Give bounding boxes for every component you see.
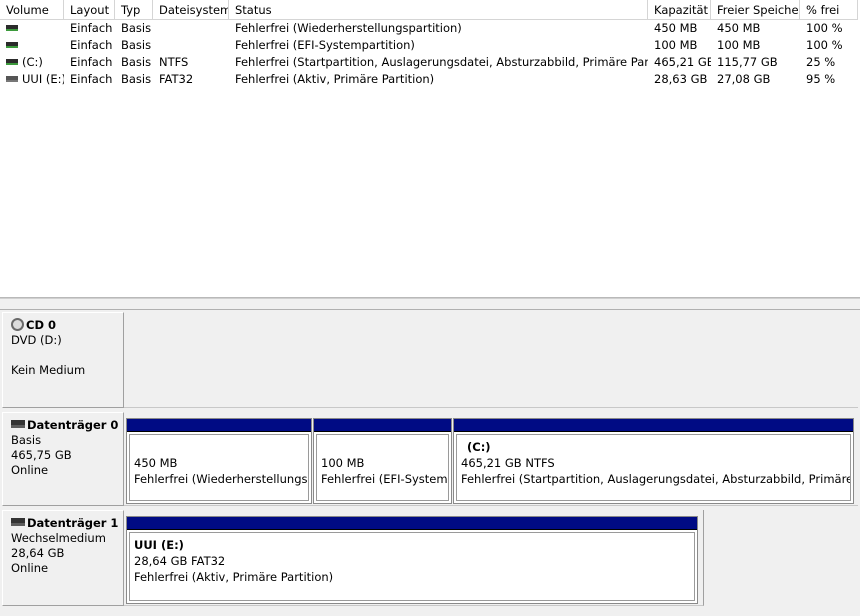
- pane-splitter[interactable]: [0, 298, 860, 310]
- disk-title: Datenträger 1: [27, 516, 119, 530]
- disk-type: Basis: [11, 433, 42, 447]
- volume-row[interactable]: Einfach Basis Fehlerfrei (EFI-Systempart…: [0, 37, 860, 54]
- disk-icon: [6, 41, 18, 48]
- column-header-status[interactable]: Status: [229, 0, 648, 20]
- partition-bar: [314, 419, 451, 432]
- disk-area-disk1: UUI (E:) 28,64 GB FAT32 Fehlerfrei (Akti…: [124, 510, 704, 606]
- disk-label-disk0[interactable]: Datenträger 0 Basis 465,75 GB Online: [2, 412, 124, 506]
- partition-size: 100 MB: [321, 456, 365, 470]
- disk-size: 465,75 GB: [11, 448, 72, 462]
- column-header-kapazitaet[interactable]: Kapazität: [648, 0, 711, 20]
- disk-icon: [6, 58, 18, 65]
- volume-name: UUI (E:): [22, 72, 64, 86]
- partition-size: 28,64 GB FAT32: [134, 554, 226, 568]
- volume-layout: Einfach: [70, 21, 113, 35]
- volume-pct-free: 95 %: [806, 72, 836, 86]
- partition-bar: [454, 419, 853, 432]
- disk-size: [11, 348, 123, 363]
- column-header-volume[interactable]: Volume: [0, 0, 64, 20]
- partition-c[interactable]: (C:) 465,21 GB NTFS Fehlerfrei (Startpar…: [453, 418, 854, 504]
- column-header-layout[interactable]: Layout: [64, 0, 115, 20]
- partition-status: Fehlerfrei (EFI-Systempartition): [321, 472, 448, 486]
- volume-status: Fehlerfrei (Wiederherstellungspartition): [235, 21, 462, 35]
- column-header-typ[interactable]: Typ: [115, 0, 153, 20]
- volume-pct-free: 25 %: [806, 55, 836, 69]
- partition-name: [321, 439, 448, 455]
- disk-map: CD 0 DVD (D:) Kein Medium Datenträger 0 …: [0, 310, 860, 616]
- volume-typ: Basis: [121, 55, 152, 69]
- partition-size: 450 MB: [134, 456, 178, 470]
- partition-e[interactable]: UUI (E:) 28,64 GB FAT32 Fehlerfrei (Akti…: [126, 516, 698, 604]
- volume-layout: Einfach: [70, 55, 113, 69]
- hard-disk-icon: [11, 420, 25, 428]
- volume-fs: NTFS: [159, 55, 189, 69]
- disk-type: DVD (D:): [11, 333, 62, 347]
- disk-title: Datenträger 0: [27, 418, 119, 432]
- volume-typ: Basis: [121, 38, 152, 52]
- partition-bar: [127, 419, 311, 432]
- partition-status: Fehlerfrei (Wiederherstellungspartition): [134, 472, 308, 486]
- disk-size: 28,64 GB: [11, 546, 65, 560]
- partition-size: 465,21 GB NTFS: [461, 456, 555, 470]
- partition-status: Fehlerfrei (Startpartition, Auslagerungs…: [461, 472, 851, 486]
- column-header-freier-speicher[interactable]: Freier Speicher: [711, 0, 800, 20]
- volume-status: Fehlerfrei (Startpartition, Auslagerungs…: [235, 55, 648, 69]
- disk-status: Kein Medium: [11, 363, 86, 377]
- volume-capacity: 465,21 GB: [654, 55, 711, 69]
- cd-drive-icon: [11, 317, 24, 331]
- disk-title: CD 0: [26, 318, 56, 332]
- partition-name: (C:): [467, 440, 491, 454]
- volume-free: 450 MB: [717, 21, 761, 35]
- disk-type: Wechselmedium: [11, 531, 106, 545]
- volume-fs: [153, 20, 229, 37]
- disk-status: Online: [11, 463, 49, 477]
- volume-pct-free: 100 %: [806, 21, 843, 35]
- volume-free: 115,77 GB: [717, 55, 778, 69]
- volume-free: 27,08 GB: [717, 72, 771, 86]
- volume-row[interactable]: Einfach Basis Fehlerfrei (Wiederherstell…: [0, 20, 860, 37]
- removable-disk-icon: [6, 75, 18, 82]
- volume-typ: Basis: [121, 72, 152, 86]
- partition-name: [134, 439, 308, 455]
- disk-row-cd0: CD 0 DVD (D:) Kein Medium: [0, 310, 858, 410]
- volume-row[interactable]: UUI (E:) Einfach Basis FAT32 Fehlerfrei …: [0, 71, 860, 88]
- partition-efi[interactable]: 100 MB Fehlerfrei (EFI-Systempartition): [313, 418, 452, 504]
- volume-capacity: 450 MB: [654, 21, 698, 35]
- disk-label-cd0[interactable]: CD 0 DVD (D:) Kein Medium: [2, 312, 124, 408]
- disk-row-disk0: Datenträger 0 Basis 465,75 GB Online 450…: [0, 410, 858, 508]
- partition-status: Fehlerfrei (Aktiv, Primäre Partition): [134, 570, 334, 584]
- removable-disk-icon: [11, 518, 25, 526]
- disk-icon: [6, 24, 18, 31]
- volume-pct-free: 100 %: [806, 38, 843, 52]
- volume-name: (C:): [22, 55, 43, 69]
- volume-free: 100 MB: [717, 38, 761, 52]
- volume-typ: Basis: [121, 21, 152, 35]
- partition-name: UUI (E:): [134, 538, 184, 552]
- volume-capacity: 28,63 GB: [654, 72, 708, 86]
- disk-status: Online: [11, 561, 49, 575]
- volume-layout: Einfach: [70, 72, 113, 86]
- partition-recovery[interactable]: 450 MB Fehlerfrei (Wiederherstellungspar…: [126, 418, 312, 504]
- volume-row[interactable]: (C:) Einfach Basis NTFS Fehlerfrei (Star…: [0, 54, 860, 71]
- column-header-dateisystem[interactable]: Dateisystem: [153, 0, 229, 20]
- volume-capacity: 100 MB: [654, 38, 698, 52]
- volume-layout: Einfach: [70, 38, 113, 52]
- volume-fs: FAT32: [159, 72, 194, 86]
- disk-area-cd0: [124, 312, 858, 408]
- partition-bar: [127, 517, 697, 530]
- volume-status: Fehlerfrei (EFI-Systempartition): [235, 38, 415, 52]
- disk-label-disk1[interactable]: Datenträger 1 Wechselmedium 28,64 GB Onl…: [2, 510, 124, 606]
- disk-area-disk0: 450 MB Fehlerfrei (Wiederherstellungspar…: [124, 412, 858, 506]
- volume-fs: [153, 37, 229, 54]
- disk-row-disk1: Datenträger 1 Wechselmedium 28,64 GB Onl…: [0, 508, 858, 608]
- column-header-prozent-frei[interactable]: % frei: [800, 0, 858, 20]
- volume-status: Fehlerfrei (Aktiv, Primäre Partition): [235, 72, 435, 86]
- volume-list[interactable]: Volume Layout Typ Dateisystem Status Kap…: [0, 0, 860, 298]
